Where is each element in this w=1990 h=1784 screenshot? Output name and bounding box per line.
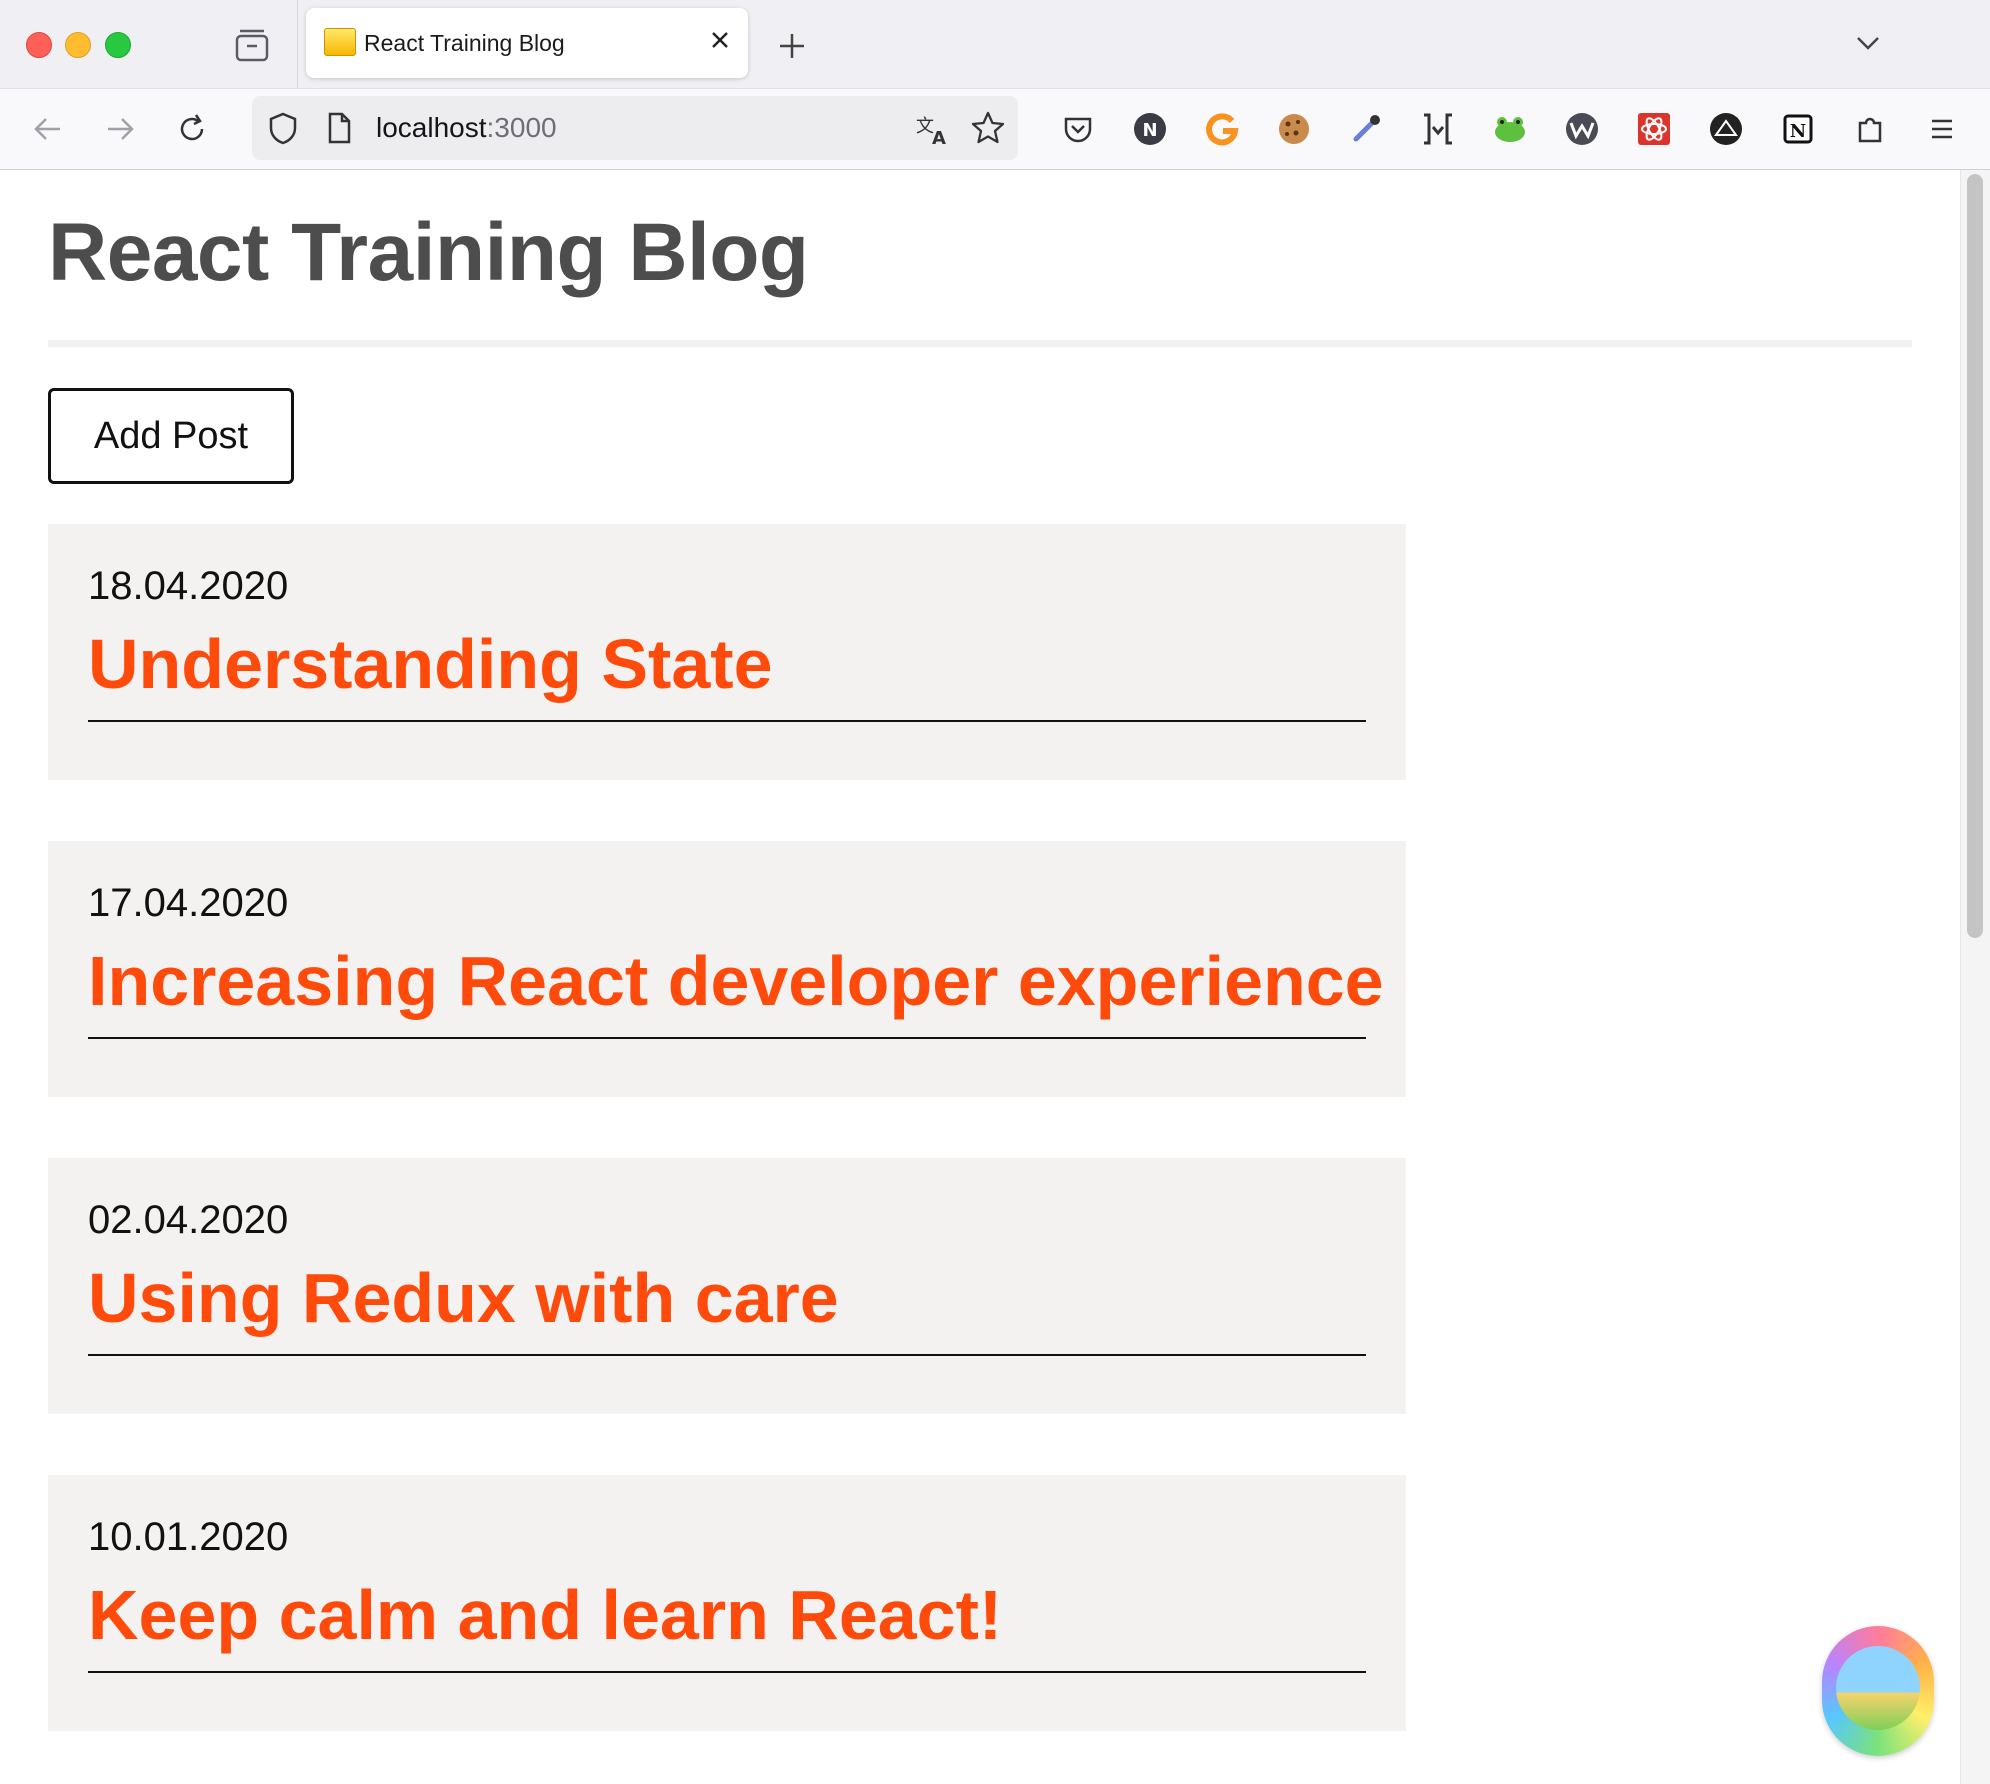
forward-arrow-icon[interactable] [98, 107, 142, 151]
post-title-link[interactable]: Increasing React developer experience [88, 941, 1384, 1039]
post-date: 17.04.2020 [88, 881, 289, 925]
bracket-icon[interactable] [1418, 109, 1458, 149]
post-card: 10.01.2020 Keep calm and learn React! [48, 1475, 1406, 1731]
post-date: 02.04.2020 [88, 1198, 289, 1242]
tent-icon[interactable] [1706, 109, 1746, 149]
chevron-down-icon[interactable] [1848, 26, 1888, 62]
post-title-link[interactable]: Using Redux with care [88, 1258, 1366, 1356]
g-icon[interactable] [1202, 109, 1242, 149]
w-icon[interactable] [1562, 109, 1602, 149]
post-title-link[interactable]: Keep calm and learn React! [88, 1575, 1366, 1673]
page-info-icon[interactable] [324, 110, 354, 146]
tab-title: React Training Blog [364, 30, 565, 56]
bookmark-star-icon[interactable] [968, 108, 1008, 148]
back-arrow-icon[interactable] [26, 107, 70, 151]
add-post-button[interactable]: Add Post [48, 388, 294, 484]
vertical-scrollbar[interactable] [1960, 170, 1990, 1784]
post-date: 18.04.2020 [88, 564, 289, 608]
frog-icon[interactable] [1490, 109, 1530, 149]
url-host: localhost [376, 112, 487, 143]
zoom-window-button[interactable] [105, 32, 131, 58]
translate-icon[interactable]: 文 A [912, 108, 952, 148]
pocket-icon[interactable] [1058, 109, 1098, 149]
post-card: 18.04.2020 Understanding State [48, 524, 1406, 780]
new-tab-icon[interactable] [772, 26, 812, 66]
url-text[interactable]: localhost:3000 [376, 112, 557, 144]
address-bar[interactable]: localhost:3000 文 A [252, 96, 1018, 160]
minimize-window-button[interactable] [65, 32, 91, 58]
page-content: React Training Blog Add Post 18.04.2020 … [0, 170, 1960, 1784]
tab-bar: React Training Blog [0, 0, 1990, 89]
close-icon[interactable] [702, 22, 738, 58]
post-date: 10.01.2020 [88, 1515, 289, 1559]
post-title-link[interactable]: Understanding State [88, 624, 1366, 722]
eyedropper-icon[interactable] [1346, 109, 1386, 149]
svg-text:A: A [932, 128, 946, 148]
post-card: 17.04.2020 Increasing React developer ex… [48, 841, 1406, 1097]
island-picture-icon [1836, 1646, 1920, 1730]
tab-manager-icon[interactable] [234, 28, 270, 62]
reload-icon[interactable] [170, 107, 214, 151]
post-card: 02.04.2020 Using Redux with care [48, 1158, 1406, 1414]
shield-icon[interactable] [266, 110, 300, 146]
svg-text:N: N [1142, 120, 1157, 141]
puzzle-icon[interactable] [1850, 109, 1890, 149]
n-icon[interactable]: N [1130, 109, 1170, 149]
url-port: :3000 [486, 112, 557, 143]
tab-divider [297, 0, 298, 88]
floating-island-icon[interactable] [1822, 1626, 1934, 1756]
page-title: React Training Blog [48, 207, 809, 298]
scrollbar-thumb[interactable] [1967, 174, 1983, 938]
tab-favicon-icon [324, 28, 356, 56]
close-window-button[interactable] [26, 32, 52, 58]
tab-active[interactable]: React Training Blog [306, 8, 748, 78]
notion-icon[interactable]: N [1778, 109, 1818, 149]
navigation-toolbar: localhost:3000 文 A N N [0, 89, 1990, 170]
react-devtools-icon[interactable] [1634, 109, 1674, 149]
cookie-icon[interactable] [1274, 109, 1314, 149]
menu-icon[interactable] [1922, 109, 1962, 149]
title-divider [48, 340, 1912, 347]
svg-text:N: N [1790, 121, 1806, 142]
